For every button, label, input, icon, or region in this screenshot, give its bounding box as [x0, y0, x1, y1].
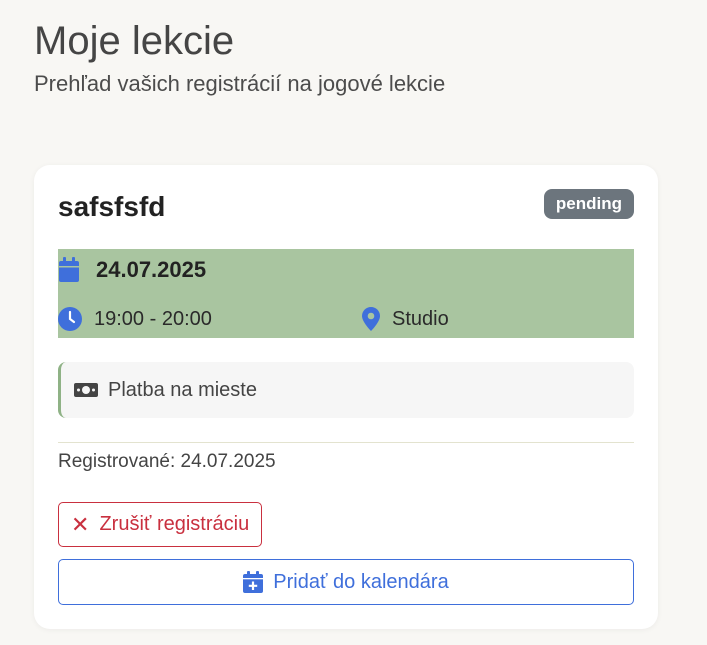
lesson-place: Studio	[392, 307, 449, 330]
cash-icon	[74, 381, 98, 399]
clock-icon	[58, 307, 82, 331]
cancel-registration-label: Zrušiť registráciu	[99, 513, 250, 535]
calendar-plus-icon	[243, 571, 273, 593]
add-to-calendar-button[interactable]: Pridať do kalendára	[58, 559, 634, 605]
calendar-icon	[58, 257, 80, 283]
add-to-calendar-label: Pridať do kalendára	[273, 570, 449, 593]
page-subtitle: Prehľad vašich registrácií na jogové lek…	[34, 71, 446, 96]
page-header: Moje lekcie Prehľad vašich registrácií n…	[34, 18, 445, 98]
time-row: 19:00 - 20:00	[58, 306, 212, 332]
page-title: Moje lekcie	[34, 19, 235, 63]
cancel-registration-button[interactable]: ✕ Zrušiť registráciu	[58, 502, 263, 547]
lesson-date: 24.07.2025	[96, 257, 207, 282]
divider	[58, 442, 634, 443]
lesson-time: 19:00 - 20:00	[94, 307, 212, 330]
date-row: 24.07.2025	[58, 257, 206, 283]
payment-text: Platba na mieste	[108, 378, 257, 401]
lesson-info-block: 24.07.2025 19:00 - 20:00 Studio	[58, 249, 634, 338]
place-row: Studio	[362, 306, 449, 332]
registered-date: Registrované: 24.07.2025	[58, 451, 276, 472]
lesson-title: safsfsfd	[58, 191, 166, 222]
payment-info: Platba na mieste	[58, 362, 634, 418]
map-pin-icon	[362, 307, 380, 331]
close-icon: ✕	[71, 511, 90, 537]
status-badge: pending	[543, 189, 634, 219]
lesson-card: safsfsfd pending 24.07.2025 19:00 - 20:0…	[34, 165, 658, 629]
